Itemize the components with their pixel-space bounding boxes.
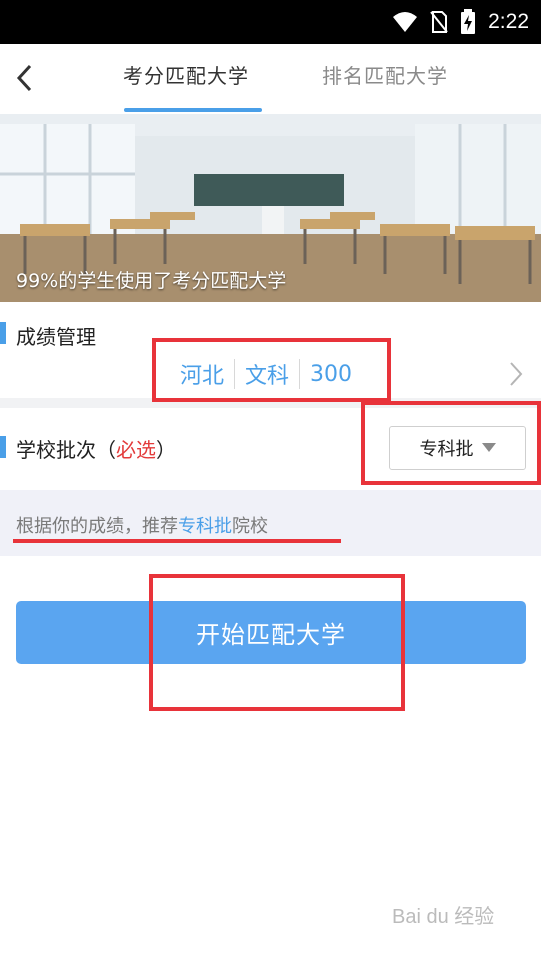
- score-section-marker: [0, 322, 6, 344]
- watermark: Bai du 经验: [392, 906, 495, 928]
- no-sim-icon: [430, 11, 448, 33]
- tab-score-match[interactable]: 考分匹配大学: [123, 60, 249, 89]
- annotation-box-button: [149, 574, 405, 711]
- active-tab-indicator: [124, 108, 262, 112]
- back-button[interactable]: [8, 58, 40, 98]
- recommendation-suffix: 院校: [232, 516, 268, 537]
- required-label: 必选: [116, 438, 156, 462]
- recommendation-highlight: 专科批: [178, 516, 232, 537]
- batch-section-marker: [0, 436, 6, 458]
- status-bar: 2:22: [0, 0, 541, 44]
- wifi-icon: [393, 12, 418, 32]
- banner-caption: 99%的学生使用了考分匹配大学: [16, 270, 287, 292]
- annotation-underline: [13, 539, 341, 543]
- battery-charging-icon: [461, 9, 476, 34]
- tab-rank-match[interactable]: 排名匹配大学: [322, 60, 448, 89]
- app-screen: 2:22 考分匹配大学 排名匹配大学 99%的学生使用了考分匹配大学 成绩管理 …: [0, 0, 541, 963]
- annotation-box-score: [152, 338, 391, 402]
- status-icons: 2:22: [392, 0, 529, 44]
- batch-title-close: ）: [156, 438, 176, 462]
- score-section-title: 成绩管理: [16, 325, 96, 349]
- status-time: 2:22: [488, 10, 529, 33]
- recommendation-bar: 根据你的成绩，推荐专科批院校: [0, 490, 541, 556]
- annotation-box-batch: [361, 401, 541, 485]
- batch-title-text: 学校批次（: [16, 438, 116, 462]
- top-nav: 考分匹配大学 排名匹配大学: [0, 44, 541, 114]
- recommendation-text: 根据你的成绩，推荐专科批院校: [16, 512, 268, 538]
- batch-section-title: 学校批次（必选）: [16, 434, 176, 463]
- recommendation-prefix: 根据你的成绩，推荐: [16, 516, 178, 537]
- banner-image: 99%的学生使用了考分匹配大学: [0, 114, 541, 302]
- back-arrow-icon: [16, 64, 32, 92]
- chevron-right-icon[interactable]: [508, 360, 524, 388]
